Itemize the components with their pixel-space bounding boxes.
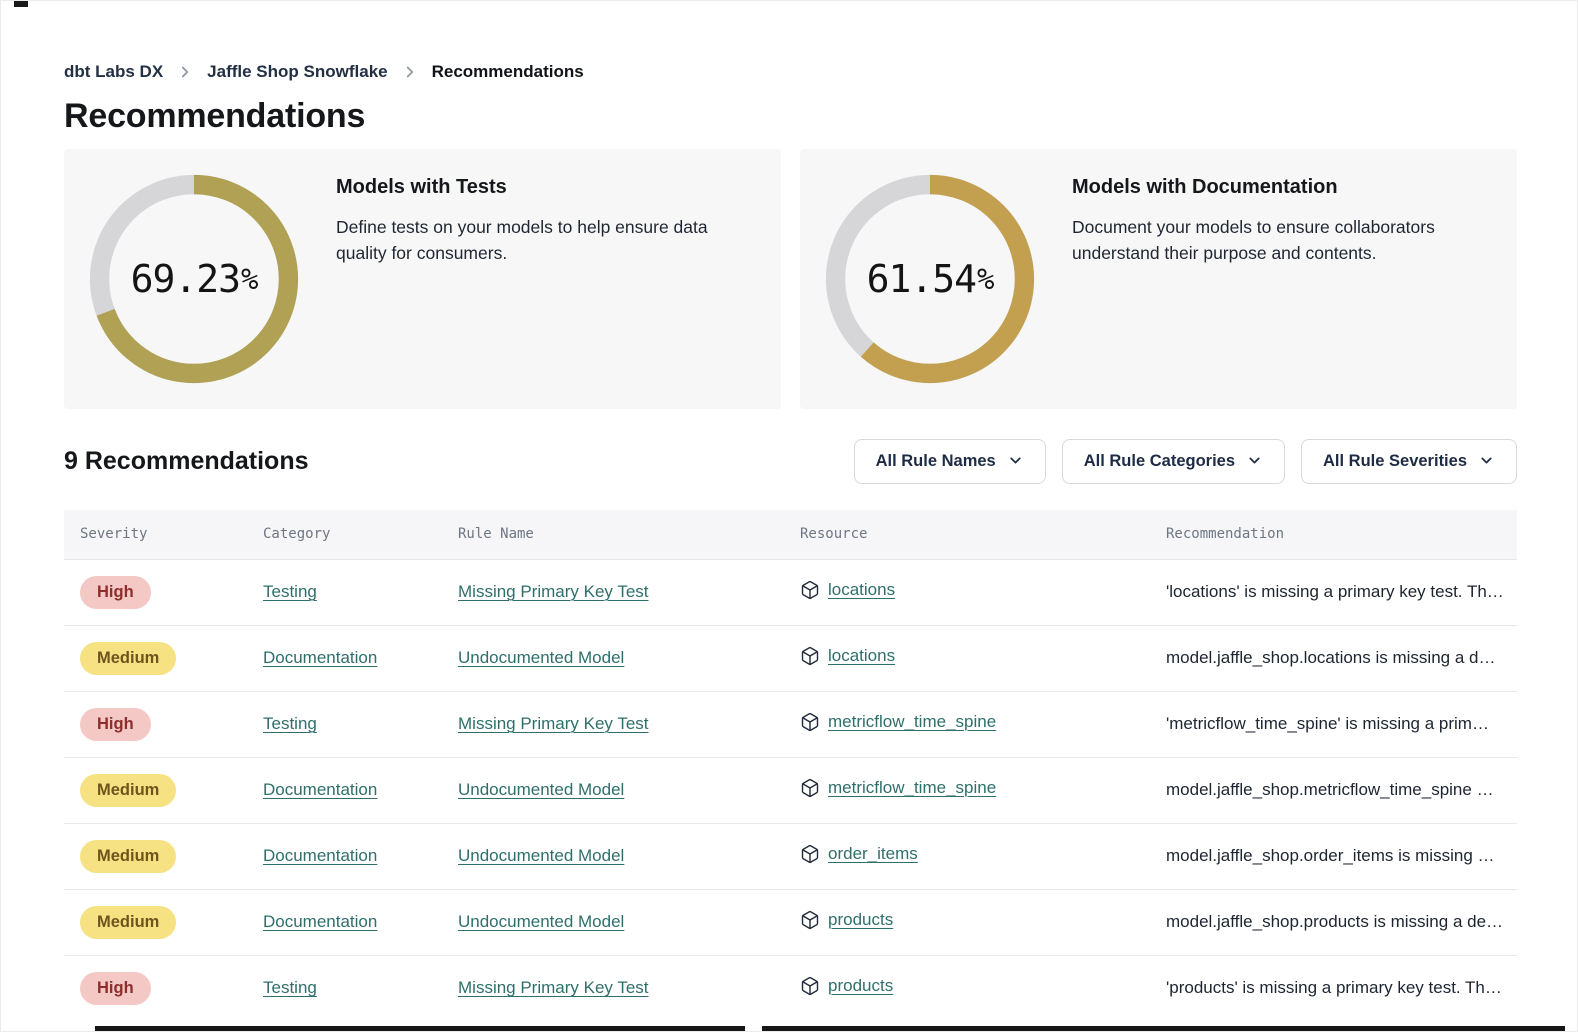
recommendation-text: 'metricflow_time_spine' is missing a pri… <box>1166 714 1517 734</box>
cube-icon <box>800 976 820 996</box>
cube-icon <box>800 646 820 666</box>
resource-link[interactable]: locations <box>828 646 895 666</box>
table-row: Medium Documentation Undocumented Model … <box>64 757 1517 823</box>
recommendations-list-header: 9 Recommendations All Rule Names All Rul… <box>64 439 1517 484</box>
chevron-down-icon <box>1246 450 1263 474</box>
filter-label: All Rule Categories <box>1084 452 1235 471</box>
column-header-resource: Resource <box>784 510 1150 559</box>
cube-icon <box>800 580 820 600</box>
rule-name-link[interactable]: Undocumented Model <box>458 780 624 799</box>
card-title: Models with Tests <box>336 176 757 199</box>
table-row: Medium Documentation Undocumented Model … <box>64 823 1517 889</box>
severity-badge: Medium <box>80 906 176 939</box>
category-link[interactable]: Testing <box>263 978 317 997</box>
recommendation-text: 'locations' is missing a primary key tes… <box>1166 582 1517 602</box>
category-link[interactable]: Testing <box>263 582 317 601</box>
breadcrumb: dbt Labs DX Jaffle Shop Snowflake Recomm… <box>64 62 1517 82</box>
table-row: Medium Documentation Undocumented Model … <box>64 889 1517 955</box>
models-with-documentation-card: 61.54% Models with Documentation Documen… <box>800 149 1517 409</box>
cube-icon <box>800 712 820 732</box>
chevron-right-icon <box>401 63 419 81</box>
rule-name-link[interactable]: Missing Primary Key Test <box>458 714 649 733</box>
severity-badge: Medium <box>80 840 176 873</box>
rule-name-link[interactable]: Undocumented Model <box>458 912 624 931</box>
cutoff-next-row-artifact <box>95 1026 745 1032</box>
chevron-right-icon <box>176 63 194 81</box>
recommendations-count-heading: 9 Recommendations <box>64 447 309 476</box>
metric-cards: 69.23% Models with Tests Define tests on… <box>64 149 1517 409</box>
rule-name-link[interactable]: Missing Primary Key Test <box>458 582 649 601</box>
models-with-tests-card: 69.23% Models with Tests Define tests on… <box>64 149 781 409</box>
category-link[interactable]: Documentation <box>263 912 377 931</box>
column-header-severity: Severity <box>64 510 247 559</box>
recommendation-text: model.jaffle_shop.order_items is missing… <box>1166 846 1517 866</box>
resource-link[interactable]: order_items <box>828 844 918 864</box>
cutoff-next-row-artifact <box>762 1026 1565 1032</box>
column-header-rule-name: Rule Name <box>442 510 784 559</box>
table-row: Medium Documentation Undocumented Model … <box>64 625 1517 691</box>
severity-badge: High <box>80 708 151 741</box>
column-header-category: Category <box>247 510 442 559</box>
rule-name-link[interactable]: Undocumented Model <box>458 846 624 865</box>
category-link[interactable]: Testing <box>263 714 317 733</box>
breadcrumb-item-recommendations: Recommendations <box>432 62 584 82</box>
table-row: High Testing Missing Primary Key Test lo… <box>64 559 1517 625</box>
recommendations-page: dbt Labs DX Jaffle Shop Snowflake Recomm… <box>0 0 1578 1021</box>
models-with-documentation-donut: 61.54% <box>824 168 1036 390</box>
resource-link[interactable]: products <box>828 976 893 996</box>
rule-name-link[interactable]: Missing Primary Key Test <box>458 978 649 997</box>
rule-categories-filter-dropdown[interactable]: All Rule Categories <box>1062 439 1285 484</box>
models-with-documentation-percentage: 61.54% <box>824 168 1036 390</box>
filter-bar: All Rule Names All Rule Categories All R… <box>854 439 1517 484</box>
category-link[interactable]: Documentation <box>263 780 377 799</box>
severity-badge: High <box>80 972 151 1005</box>
severity-badge: High <box>80 576 151 609</box>
recommendations-table: Severity Category Rule Name Resource Rec… <box>64 510 1517 1021</box>
cube-icon <box>800 910 820 930</box>
page-title: Recommendations <box>64 97 1517 136</box>
category-link[interactable]: Documentation <box>263 648 377 667</box>
recommendation-text: 'products' is missing a primary key test… <box>1166 978 1517 998</box>
filter-label: All Rule Severities <box>1323 452 1467 471</box>
resource-link[interactable]: products <box>828 910 893 930</box>
chevron-down-icon <box>1007 450 1024 474</box>
table-row: High Testing Missing Primary Key Test pr… <box>64 955 1517 1021</box>
column-header-recommendation: Recommendation <box>1150 510 1517 559</box>
chevron-down-icon <box>1478 450 1495 474</box>
top-left-artifact <box>14 0 28 7</box>
table-header-row: Severity Category Rule Name Resource Rec… <box>64 510 1517 559</box>
recommendation-text: model.jaffle_shop.locations is missing a… <box>1166 648 1517 668</box>
rule-severities-filter-dropdown[interactable]: All Rule Severities <box>1301 439 1517 484</box>
models-with-tests-percentage: 69.23% <box>88 168 300 390</box>
table-row: High Testing Missing Primary Key Test me… <box>64 691 1517 757</box>
cube-icon <box>800 844 820 864</box>
recommendation-text: model.jaffle_shop.products is missing a … <box>1166 912 1517 932</box>
card-title: Models with Documentation <box>1072 176 1493 199</box>
recommendation-text: model.jaffle_shop.metricflow_time_spine … <box>1166 780 1517 800</box>
models-with-tests-donut: 69.23% <box>88 168 300 390</box>
breadcrumb-item-jaffle-shop-snowflake[interactable]: Jaffle Shop Snowflake <box>207 62 387 82</box>
rule-names-filter-dropdown[interactable]: All Rule Names <box>854 439 1046 484</box>
breadcrumb-item-dbt-labs-dx[interactable]: dbt Labs DX <box>64 62 163 82</box>
severity-badge: Medium <box>80 774 176 807</box>
rule-name-link[interactable]: Undocumented Model <box>458 648 624 667</box>
resource-link[interactable]: metricflow_time_spine <box>828 778 996 798</box>
category-link[interactable]: Documentation <box>263 846 377 865</box>
cube-icon <box>800 778 820 798</box>
severity-badge: Medium <box>80 642 176 675</box>
card-description: Document your models to ensure collabora… <box>1072 214 1493 267</box>
resource-link[interactable]: locations <box>828 580 895 600</box>
card-description: Define tests on your models to help ensu… <box>336 214 757 267</box>
resource-link[interactable]: metricflow_time_spine <box>828 712 996 732</box>
filter-label: All Rule Names <box>876 452 996 471</box>
